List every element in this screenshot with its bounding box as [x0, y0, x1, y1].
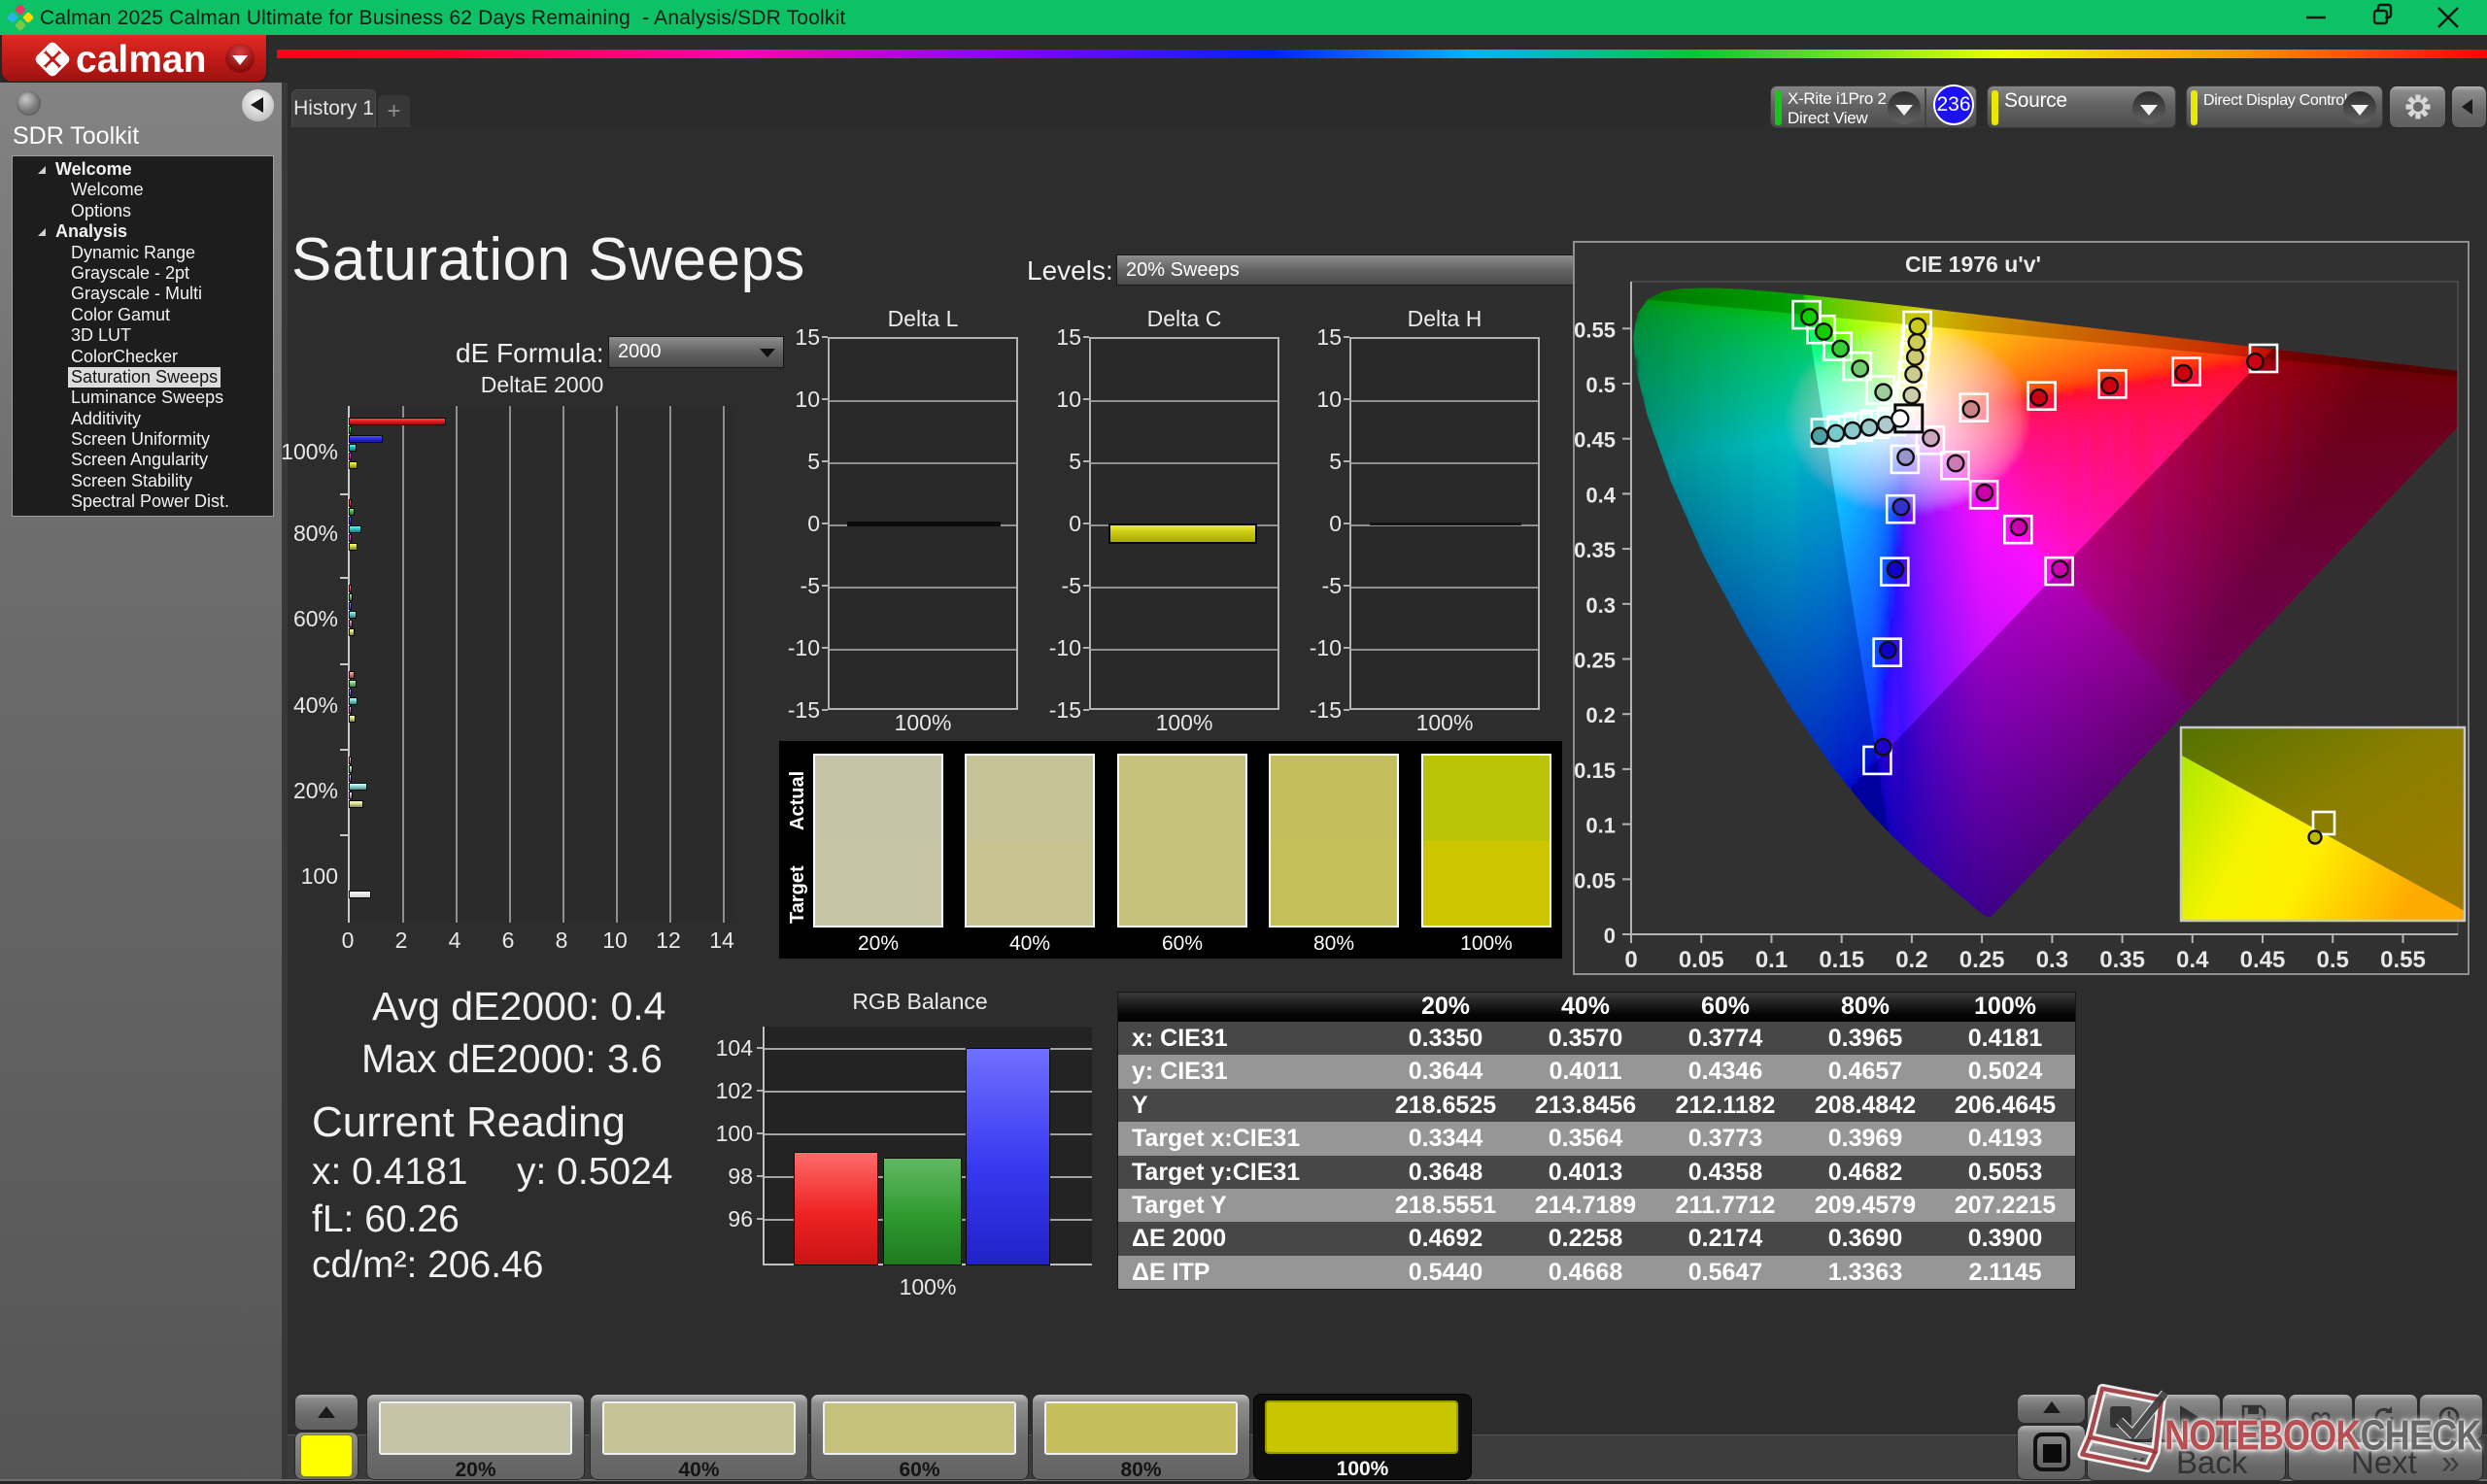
svg-text:0.05: 0.05 [1679, 947, 1724, 973]
svg-text:0.25: 0.25 [1959, 947, 2005, 973]
svg-text:0.2: 0.2 [1895, 947, 1927, 973]
svg-text:0.2: 0.2 [1585, 703, 1616, 727]
svg-text:0.55: 0.55 [2380, 947, 2426, 973]
svg-text:0.1: 0.1 [1585, 814, 1616, 838]
svg-text:0: 0 [1624, 947, 1637, 973]
svg-text:0.35: 0.35 [2099, 947, 2145, 973]
svg-text:0.5: 0.5 [1585, 373, 1616, 397]
svg-text:0.35: 0.35 [1574, 538, 1616, 562]
svg-text:0.15: 0.15 [1819, 947, 1864, 973]
svg-text:0.45: 0.45 [1574, 428, 1616, 453]
svg-text:0.3: 0.3 [1585, 593, 1616, 618]
svg-text:0.4: 0.4 [2176, 947, 2209, 973]
svg-text:0.05: 0.05 [1574, 868, 1616, 893]
svg-text:0.1: 0.1 [1755, 947, 1788, 973]
svg-text:0.3: 0.3 [2036, 947, 2068, 973]
svg-text:0.25: 0.25 [1574, 649, 1616, 673]
svg-text:0.55: 0.55 [1574, 318, 1616, 342]
svg-text:0.4: 0.4 [1585, 483, 1616, 507]
svg-text:0.15: 0.15 [1574, 759, 1616, 783]
svg-text:0.45: 0.45 [2240, 947, 2286, 973]
svg-text:0: 0 [1604, 924, 1616, 948]
svg-text:0.5: 0.5 [2317, 947, 2349, 973]
